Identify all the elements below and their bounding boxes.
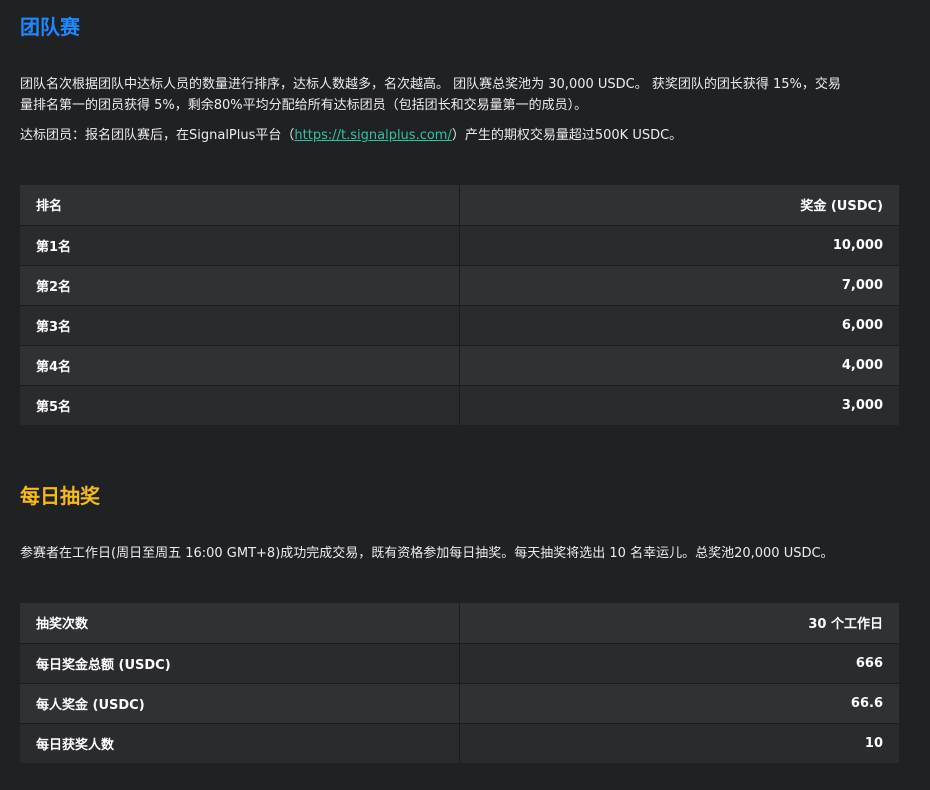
prize-cell: 7,000 — [459, 265, 899, 306]
lottery-row-label: 每人奖金 (USDC) — [20, 683, 460, 724]
table-row: 第3名 6,000 — [20, 305, 899, 346]
prize-column-header: 奖金 (USDC) — [459, 185, 899, 226]
table-row: 第1名 10,000 — [20, 225, 899, 266]
prize-cell: 10,000 — [459, 225, 899, 266]
signalplus-link[interactable]: https://t.signalplus.com/ — [294, 128, 451, 143]
team-description: 团队名次根据团队中达标人员的数量进行排序，达标人数越多，名次越高。 团队赛总奖池… — [20, 74, 899, 116]
table-row: 第5名 3,000 — [20, 385, 899, 425]
lottery-section-title: 每日抽奖 — [20, 484, 100, 508]
table-row: 每日获奖人数 10 — [20, 723, 899, 763]
rank-cell: 第2名 — [20, 265, 460, 306]
table-row: 第2名 7,000 — [20, 265, 899, 306]
lottery-row-value: 10 — [459, 723, 899, 763]
table-row: 每日奖金总额 (USDC) 666 — [20, 643, 899, 684]
table-header-row: 抽奖次数 30 个工作日 — [20, 603, 899, 644]
qualification-suffix: ）产生的期权交易量超过500K USDC。 — [451, 128, 683, 143]
qualification-text: 达标团员：报名团队赛后，在SignalPlus平台（https://t.sign… — [20, 125, 899, 146]
table-header-row: 排名 奖金 (USDC) — [20, 185, 899, 226]
lottery-row-label: 每日获奖人数 — [20, 723, 460, 763]
team-description-line-1: 团队名次根据团队中达标人员的数量进行排序，达标人数越多，名次越高。 团队赛总奖池… — [20, 77, 841, 92]
team-description-line-2: 量排名第一的团员获得 5%，剩余80%平均分配给所有达标团员（包括团长和交易量第… — [20, 98, 588, 113]
lottery-description: 参赛者在工作日(周日至周五 16:00 GMT+8)成功完成交易，既有资格参加每… — [20, 546, 834, 561]
prize-cell: 4,000 — [459, 345, 899, 386]
lottery-table: 抽奖次数 30 个工作日 每日奖金总额 (USDC) 666 每人奖金 (USD… — [20, 603, 899, 763]
draw-count-label: 抽奖次数 — [20, 603, 460, 644]
draw-count-value: 30 个工作日 — [459, 603, 899, 644]
qualification-prefix: 达标团员：报名团队赛后，在SignalPlus平台（ — [20, 128, 295, 143]
rank-cell: 第1名 — [20, 225, 460, 266]
lottery-row-label: 每日奖金总额 (USDC) — [20, 643, 460, 684]
rank-cell: 第3名 — [20, 305, 460, 346]
rank-cell: 第4名 — [20, 345, 460, 386]
lottery-table-wrap: 抽奖次数 30 个工作日 每日奖金总额 (USDC) 666 每人奖金 (USD… — [20, 603, 899, 763]
prize-cell: 6,000 — [459, 305, 899, 346]
team-section-title: 团队赛 — [20, 15, 80, 39]
rank-cell: 第5名 — [20, 385, 460, 425]
table-row: 第4名 4,000 — [20, 345, 899, 386]
lottery-row-value: 666 — [459, 643, 899, 684]
lottery-row-value: 66.6 — [459, 683, 899, 724]
team-prize-table: 排名 奖金 (USDC) 第1名 10,000 第2名 7,000 第3名 6,… — [20, 185, 899, 425]
prize-cell: 3,000 — [459, 385, 899, 425]
table-row: 每人奖金 (USDC) 66.6 — [20, 683, 899, 724]
rank-column-header: 排名 — [20, 185, 460, 226]
team-prize-table-wrap: 排名 奖金 (USDC) 第1名 10,000 第2名 7,000 第3名 6,… — [20, 185, 899, 425]
